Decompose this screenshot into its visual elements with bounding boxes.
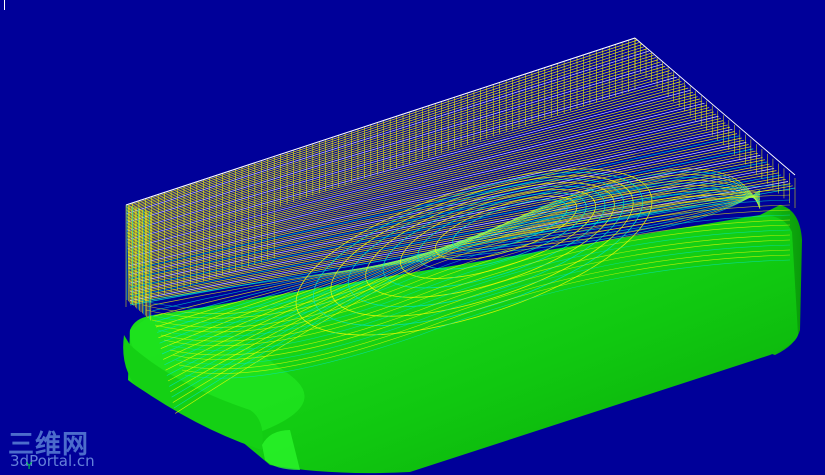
watermark: 三维网 3dPortal.cn <box>8 424 118 474</box>
toolpath-segment <box>125 39 638 207</box>
toolpath-scene[interactable] <box>0 0 825 475</box>
toolpath-segment <box>126 70 670 228</box>
axis-y-label: Y <box>26 461 33 472</box>
watermark-site: 3dPortal.cn <box>10 452 95 470</box>
cam-3d-viewport[interactable]: 三维网 3dPortal.cn Y <box>0 0 825 475</box>
